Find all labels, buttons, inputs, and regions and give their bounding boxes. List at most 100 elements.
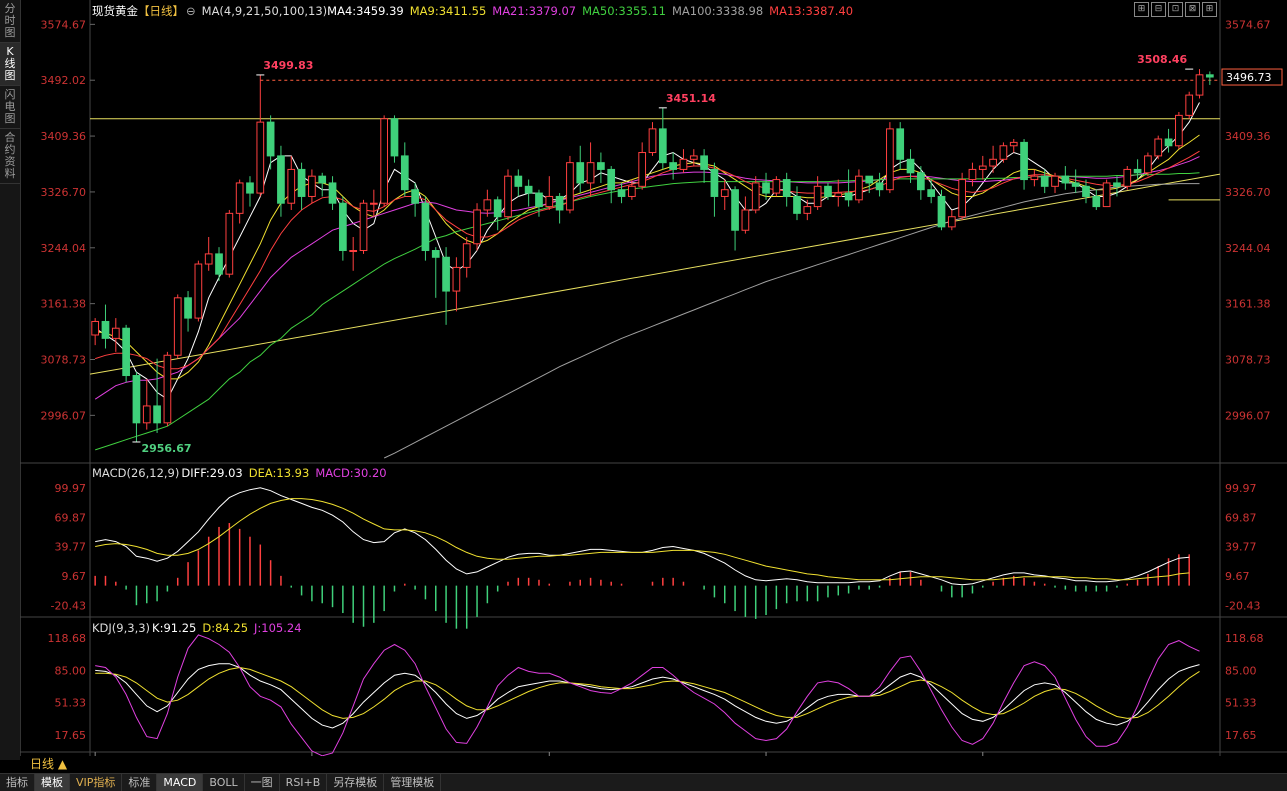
candle-body-36 (462, 243, 471, 268)
price-tick-left-1: 3492.02 (41, 74, 87, 87)
kdj-header: KDJ(9,3,3) K:91.25 D:84.25 J:105.24 (92, 621, 308, 635)
kdj-tick-right-1: 85.00 (1225, 664, 1257, 677)
bottom-tab-0[interactable]: 指标 (0, 774, 35, 791)
triangle-up-icon: ▲ (54, 757, 68, 771)
candle-body-70 (813, 185, 822, 208)
candle-body-20 (297, 168, 306, 197)
candle-body-37 (473, 209, 481, 245)
tool-icon-1[interactable]: ⊟ (1151, 2, 1166, 17)
bottom-tab-7[interactable]: RSI+B (280, 774, 328, 791)
candle-body-99 (1113, 182, 1121, 187)
candle-body-53 (638, 152, 647, 187)
tool-icon-0[interactable]: ⊞ (1134, 2, 1149, 17)
macd-dea: DEA:13.93 (248, 466, 310, 480)
candle-body-2 (111, 327, 120, 339)
candle-body-79 (906, 158, 915, 174)
ma-item-0: MA4:3459.39 (327, 4, 404, 18)
ma-item-3: MA50:3355.11 (582, 4, 666, 18)
kdj-k: K:91.25 (152, 621, 197, 635)
candle-body-59 (700, 155, 708, 170)
kline-chart[interactable]: 3574.673574.673492.023492.023409.363409.… (20, 0, 1287, 756)
candle-body-81 (927, 189, 936, 197)
candle-body-60 (710, 168, 719, 197)
candle-body-105 (1175, 114, 1183, 147)
kdj-tick-right-3: 17.65 (1225, 729, 1257, 742)
price-tick-left-5: 3161.38 (41, 298, 87, 311)
candle-body-88 (999, 145, 1008, 160)
candle-body-25 (349, 250, 358, 253)
tool-icon-2[interactable]: ⊡ (1168, 2, 1183, 17)
bottom-tab-6[interactable]: 一图 (245, 774, 280, 791)
price-tick-left-0: 3574.67 (41, 18, 87, 31)
candle-body-93 (1051, 175, 1059, 187)
kdj-tick-left-2: 51.33 (55, 697, 87, 710)
side-tab-bar: 分时图K线图闪电图合约资料 (0, 0, 21, 760)
candle-body-21 (308, 175, 316, 197)
tool-icon-3[interactable]: ⊠ (1185, 2, 1200, 17)
bottom-tab-9[interactable]: 管理模板 (384, 774, 442, 791)
bottom-tab-1[interactable]: 模板 (35, 774, 70, 791)
candle-body-31 (411, 189, 419, 204)
bottom-tab-5[interactable]: BOLL (203, 774, 245, 791)
candle-body-90 (1020, 141, 1028, 181)
kdj-tick-right-2: 51.33 (1225, 697, 1257, 710)
candle-body-3 (122, 327, 130, 377)
main-header: 现货黄金【日线】 ⊖ MA(4,9,21,50,100,13)MA4:3459.39… (92, 3, 865, 19)
candle-body-75 (865, 175, 874, 184)
annotation-0: 3499.83 (263, 59, 313, 72)
candle-body-7 (163, 354, 172, 424)
tool-icon-4[interactable]: ⊞ (1202, 2, 1217, 17)
candle-body-91 (1030, 175, 1039, 181)
candle-body-44 (545, 195, 554, 208)
candle-body-9 (184, 297, 192, 319)
candle-body-4 (132, 375, 141, 424)
candle-body-49 (597, 162, 605, 170)
ma-item-1: MA9:3411.55 (409, 4, 487, 18)
timeframe-selector[interactable]: 日线 ▲ (20, 756, 100, 772)
candle-body-82 (937, 195, 946, 228)
candle-body-29 (390, 118, 399, 157)
price-tick-right-0: 3574.67 (1225, 18, 1271, 31)
candle-body-28 (380, 118, 389, 204)
side-tab-2[interactable]: 闪电图 (0, 86, 20, 129)
kdj-tick-left-0: 118.68 (48, 632, 87, 645)
candle-body-47 (576, 162, 585, 184)
annotation-1: 3451.14 (666, 92, 716, 105)
side-tab-3[interactable]: 合约资料 (0, 129, 20, 184)
kdj-j: J:105.24 (254, 621, 302, 635)
bottom-tab-8[interactable]: 另存模板 (327, 774, 385, 791)
candle-body-71 (824, 185, 832, 197)
macd-tick-right-0: 99.97 (1225, 482, 1257, 495)
candle-body-42 (524, 185, 533, 194)
candle-body-86 (978, 165, 987, 170)
candle-body-78 (896, 128, 905, 160)
timeframe-label: 日线 (30, 757, 55, 771)
candle-body-33 (431, 250, 440, 258)
period-tag[interactable]: 【日线】 (138, 4, 184, 18)
candle-body-108 (1205, 74, 1214, 78)
kdj-tick-left-3: 17.65 (55, 729, 87, 742)
candle-body-23 (328, 182, 337, 204)
settings-icon[interactable]: ⊖ (186, 4, 196, 18)
candle-body-13 (225, 212, 234, 275)
candle-body-73 (844, 192, 853, 201)
candle-body-76 (875, 182, 884, 191)
candle-body-19 (287, 168, 296, 204)
price-tick-right-7: 2996.07 (1225, 409, 1271, 422)
candle-body-48 (586, 162, 595, 184)
candle-body-30 (400, 155, 409, 191)
side-tab-0[interactable]: 分时图 (0, 0, 20, 43)
trendline-0 (89, 173, 1221, 375)
candle-body-35 (452, 266, 461, 292)
candle-body-18 (277, 155, 285, 204)
macd-tick-right-3: 9.67 (1225, 570, 1250, 583)
bottom-tab-2[interactable]: VIP指标 (70, 774, 123, 791)
bottom-tab-3[interactable]: 标准 (122, 774, 158, 791)
side-tab-1[interactable]: K线图 (0, 43, 20, 86)
candle-body-26 (359, 202, 368, 252)
bottom-tab-4[interactable]: MACD (157, 774, 204, 791)
candle-body-77 (886, 128, 894, 191)
candle-body-84 (958, 179, 966, 218)
candle-body-64 (751, 182, 760, 211)
candle-body-54 (648, 128, 657, 154)
